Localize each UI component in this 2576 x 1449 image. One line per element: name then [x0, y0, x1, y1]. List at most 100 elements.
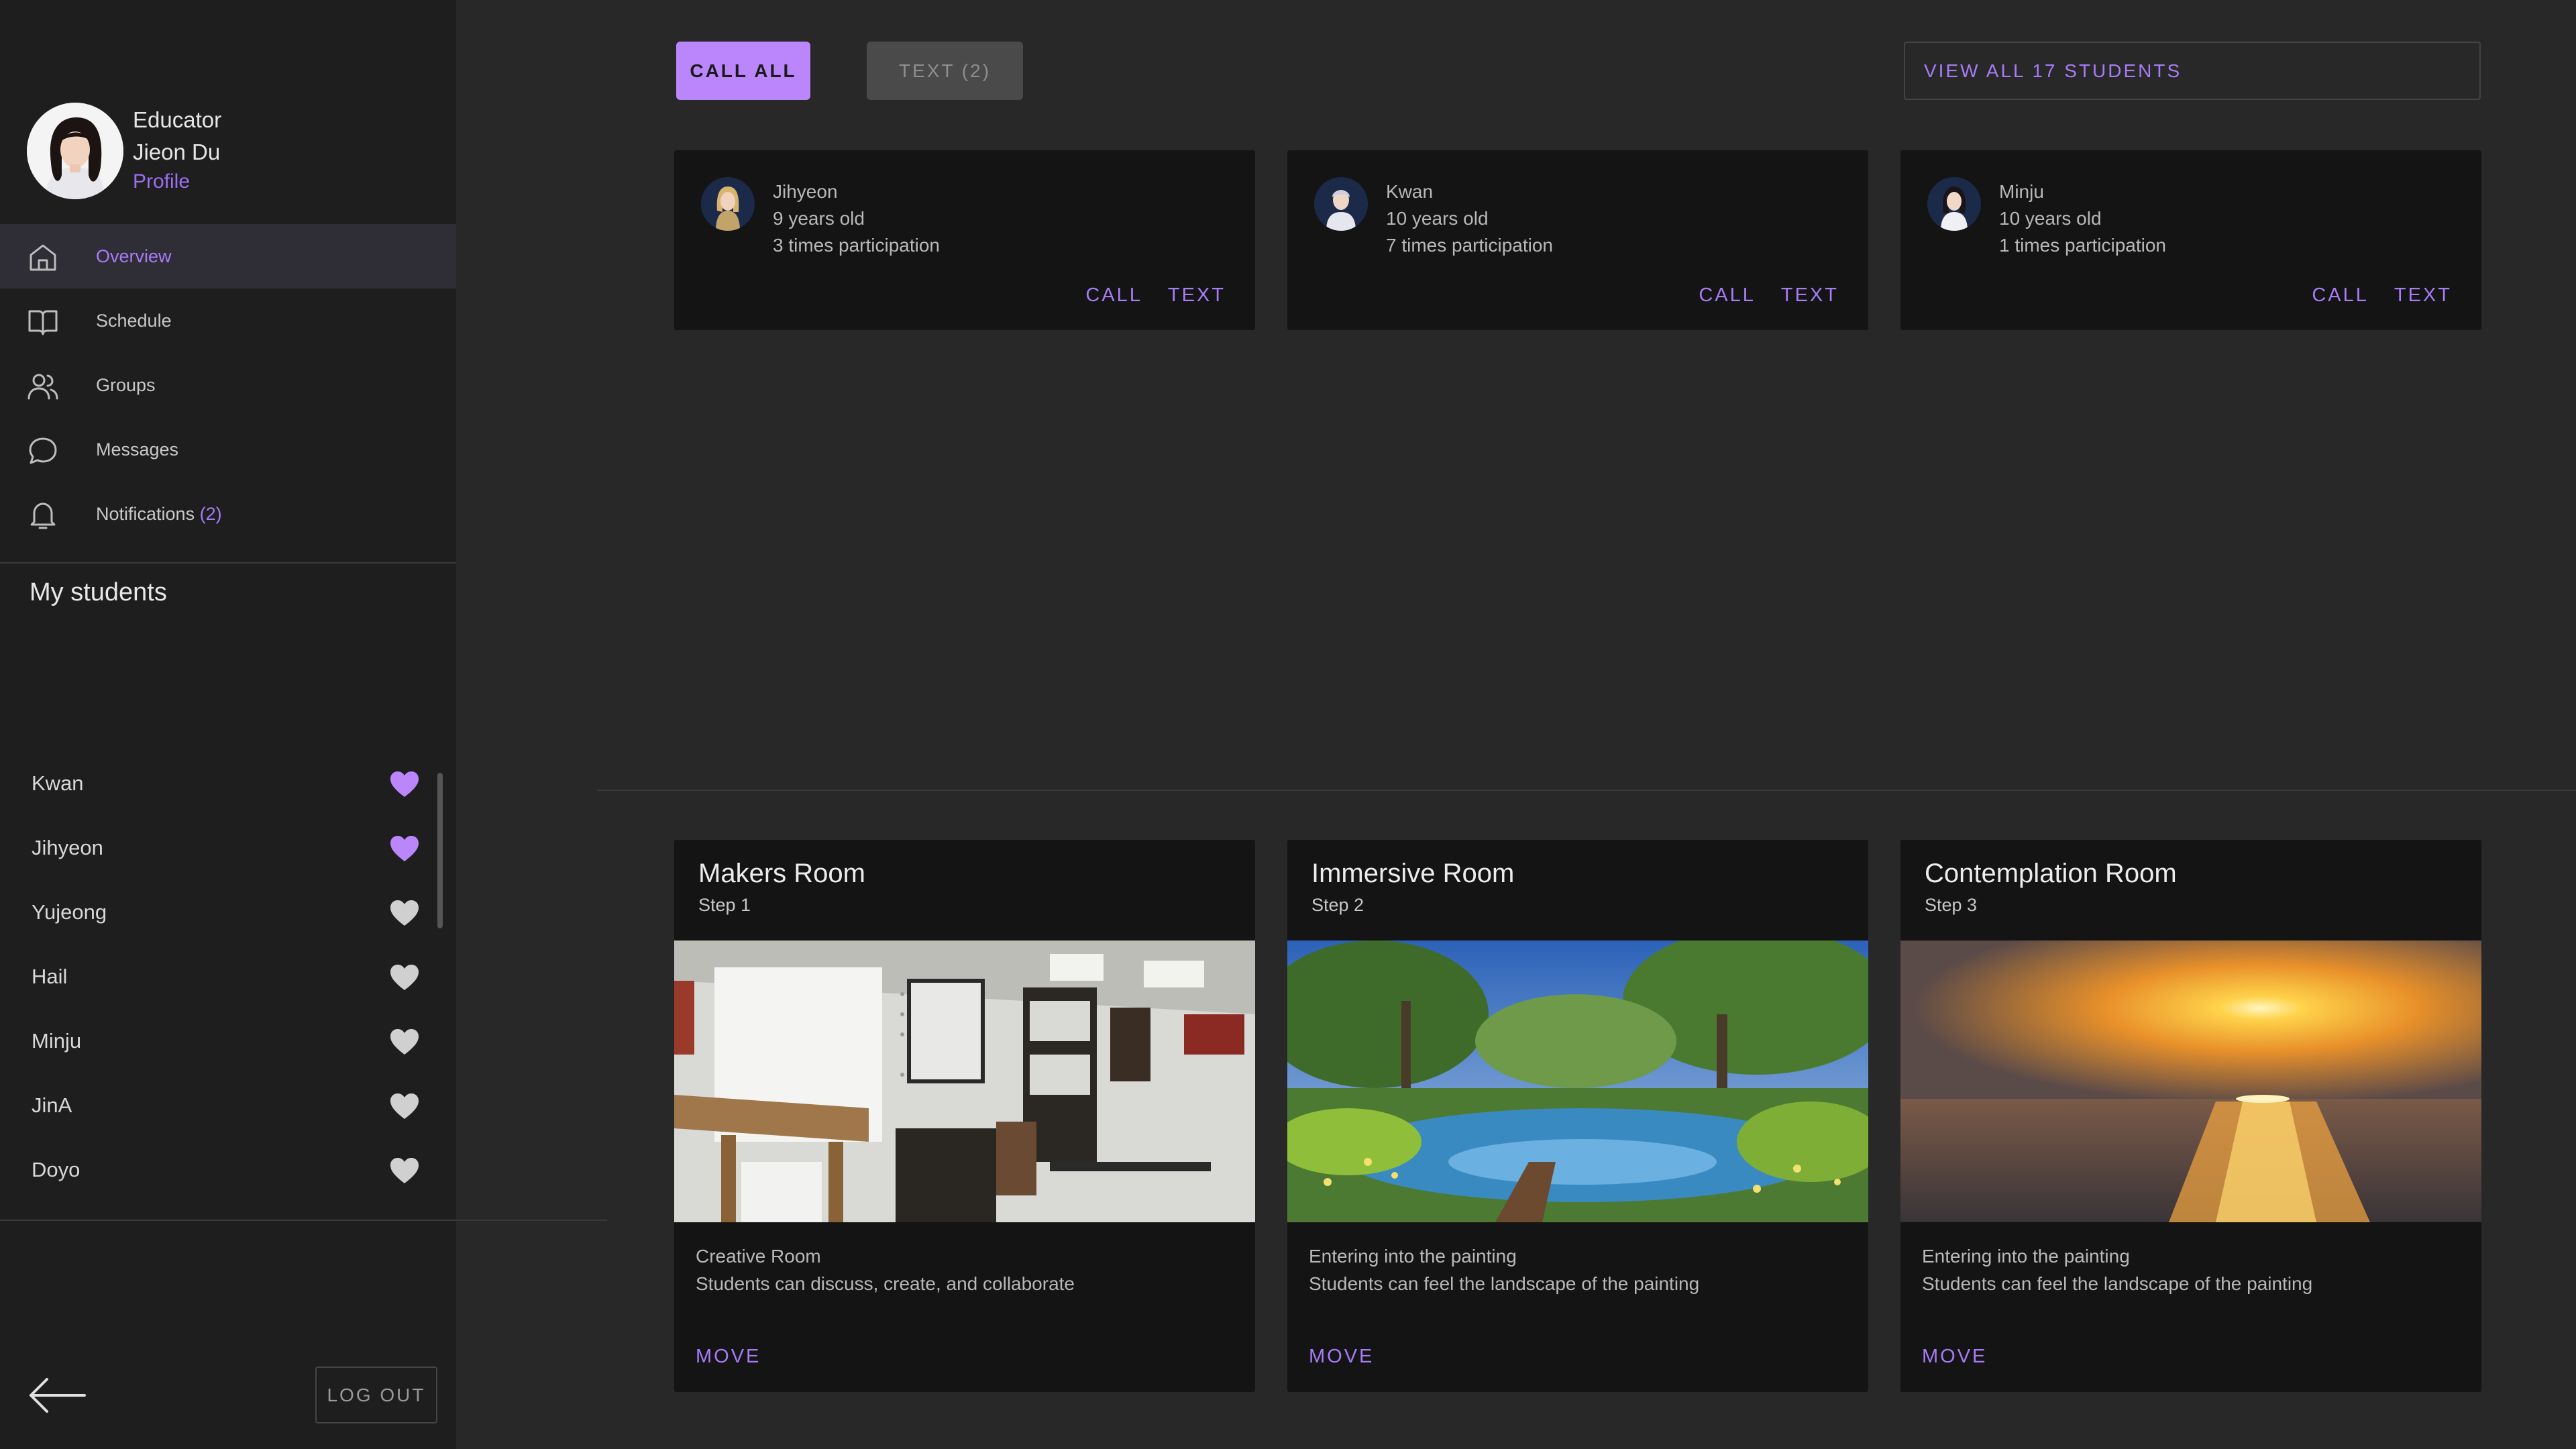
room-desc-line2: Students can discuss, create, and collab…: [696, 1273, 1075, 1294]
room-desc-line1: Creative Room: [696, 1246, 821, 1267]
student-card-actions: CALL TEXT: [1085, 284, 1226, 307]
student-list-name: Minju: [32, 1029, 82, 1053]
call-all-button[interactable]: CALL ALL: [676, 42, 810, 100]
nav-item-schedule[interactable]: Schedule: [0, 288, 456, 353]
student-info: Kwan 10 years old 7 times participation: [1386, 178, 1553, 259]
nav-item-messages[interactable]: Messages: [0, 417, 456, 482]
room-description: Entering into the painting Students can …: [1922, 1242, 2312, 1297]
sidebar-divider: [0, 562, 456, 564]
student-participation: 3 times participation: [773, 235, 941, 256]
text-button[interactable]: TEXT: [1781, 284, 1839, 307]
student-list-item[interactable]: Hail: [0, 945, 456, 1009]
student-card-actions: CALL TEXT: [1699, 284, 1839, 307]
student-name: Jihyeon: [773, 181, 838, 202]
student-list-name: JinA: [32, 1093, 72, 1117]
student-list-item[interactable]: Doyo: [0, 1138, 456, 1202]
heart-icon[interactable]: [389, 1157, 420, 1185]
student-card: Jihyeon 9 years old 3 times participatio…: [674, 150, 1255, 330]
move-button[interactable]: MOVE: [1922, 1346, 1987, 1368]
sidebar-footer-divider: [0, 1220, 607, 1221]
heart-icon[interactable]: [389, 899, 420, 927]
profile-role: Educator: [133, 107, 222, 132]
student-age: 10 years old: [1386, 208, 1489, 229]
room-step: Step 3: [1925, 895, 1978, 915]
student-age: 10 years old: [1999, 208, 2102, 229]
text-button[interactable]: TEXT: [1168, 284, 1226, 307]
student-avatar: [1314, 177, 1368, 231]
educator-avatar[interactable]: [27, 103, 123, 199]
move-button[interactable]: MOVE: [696, 1346, 761, 1368]
message-icon: [29, 437, 57, 464]
student-list-item[interactable]: Minju: [0, 1009, 456, 1073]
room-desc-line2: Students can feel the landscape of the p…: [1309, 1273, 1700, 1294]
student-list-item[interactable]: Yujeong: [0, 880, 456, 945]
heart-icon[interactable]: [389, 1028, 420, 1056]
student-list-item[interactable]: JinA: [0, 1073, 456, 1138]
nav-item-notifications[interactable]: Notifications (2): [0, 482, 456, 546]
contemplation-room-image: [1900, 941, 2481, 1222]
heart-icon[interactable]: [389, 835, 420, 863]
student-info: Jihyeon 9 years old 3 times participatio…: [773, 178, 940, 259]
immersive-room-image: [1287, 941, 1868, 1222]
call-button[interactable]: CALL: [2312, 284, 2369, 307]
book-icon: [28, 310, 58, 335]
student-participation: 7 times participation: [1386, 235, 1554, 256]
bell-icon: [30, 502, 56, 529]
profile-link[interactable]: Profile: [133, 168, 221, 195]
nav-label: Notifications (2): [96, 504, 222, 525]
profile-text: Educator Jieon Du Profile: [133, 104, 221, 195]
student-list-scrollbar[interactable]: [437, 773, 443, 928]
nav-label-text: Notifications: [96, 503, 195, 524]
room-description: Creative Room Students can discuss, crea…: [696, 1242, 1075, 1297]
profile-block: Educator Jieon Du Profile: [27, 103, 429, 203]
room-step: Step 1: [698, 895, 751, 915]
heart-icon[interactable]: [389, 770, 420, 798]
nav-label: Groups: [96, 374, 156, 395]
text-button[interactable]: TEXT: [2394, 284, 2452, 307]
room-card-contemplation: Contemplation Room Step 3 Entering into …: [1900, 840, 2481, 1392]
student-list-name: Kwan: [32, 771, 84, 795]
sidebar: Educator Jieon Du Profile Overview Sched…: [0, 0, 456, 1449]
back-arrow-icon[interactable]: [28, 1375, 87, 1415]
heart-icon[interactable]: [389, 1092, 420, 1120]
logout-button[interactable]: LOG OUT: [315, 1366, 437, 1424]
call-button[interactable]: CALL: [1699, 284, 1756, 307]
nav-label: Schedule: [96, 310, 172, 331]
student-info: Minju 10 years old 1 times participation: [1999, 178, 2166, 259]
room-title: Contemplation Room: [1925, 859, 2177, 888]
student-card: Kwan 10 years old 7 times participation …: [1287, 150, 1868, 330]
room-desc-line1: Entering into the painting: [1309, 1246, 1517, 1267]
nav-item-groups[interactable]: Groups: [0, 353, 456, 417]
room-title: Immersive Room: [1311, 859, 1515, 888]
student-card-actions: CALL TEXT: [2312, 284, 2452, 307]
room-card-immersive: Immersive Room Step 2 Entering into the …: [1287, 840, 1868, 1392]
student-avatar: [701, 177, 755, 231]
student-list-item[interactable]: Kwan: [0, 751, 456, 816]
view-all-students-button[interactable]: VIEW ALL 17 STUDENTS: [1904, 42, 2481, 100]
room-title: Makers Room: [698, 859, 865, 888]
student-name: Minju: [1999, 181, 2044, 202]
heart-icon[interactable]: [389, 963, 420, 991]
nav-item-overview[interactable]: Overview: [0, 224, 456, 288]
makers-room-image: [674, 941, 1255, 1222]
nav-label: Messages: [96, 439, 179, 460]
section-divider: [597, 790, 2576, 791]
student-card: Minju 10 years old 1 times participation…: [1900, 150, 2481, 330]
student-name: Kwan: [1386, 181, 1434, 202]
move-button[interactable]: MOVE: [1309, 1346, 1374, 1368]
student-list-item[interactable]: Jihyeon: [0, 816, 456, 880]
home-icon: [30, 244, 56, 271]
main-nav: Overview Schedule Groups Messages Notifi…: [0, 224, 456, 546]
student-avatar: [1927, 177, 1981, 231]
student-list: Kwan Jihyeon Yujeong Hail Minju JinA Doyo: [0, 751, 456, 1202]
nav-label: Overview: [96, 246, 172, 266]
room-desc-line2: Students can feel the landscape of the p…: [1922, 1273, 2313, 1294]
student-list-name: Doyo: [32, 1158, 80, 1181]
room-desc-line1: Entering into the painting: [1922, 1246, 2130, 1267]
call-button[interactable]: CALL: [1085, 284, 1142, 307]
room-description: Entering into the painting Students can …: [1309, 1242, 1699, 1297]
profile-name: Jieon Du: [133, 140, 221, 164]
room-step: Step 2: [1311, 895, 1364, 915]
users-icon: [28, 374, 58, 400]
text-button[interactable]: TEXT (2): [867, 42, 1023, 100]
